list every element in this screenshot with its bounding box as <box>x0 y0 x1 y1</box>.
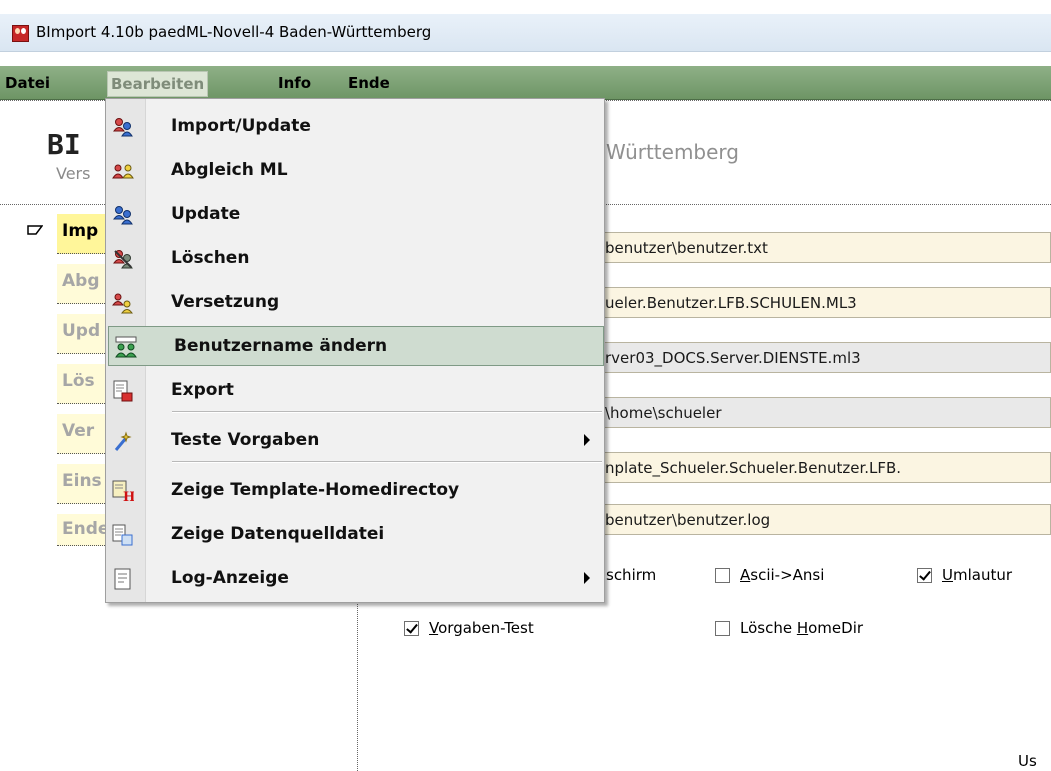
menu-item-zeige-datenquelldatei[interactable]: Zeige Datenquelldatei <box>106 515 604 555</box>
menu-item-log-anzeige[interactable]: Log-Anzeige <box>106 559 604 599</box>
log-document-icon <box>114 568 131 590</box>
menu-item-teste-vorgaben[interactable]: Teste Vorgaben <box>106 421 604 461</box>
app-header-version: Vers <box>56 164 91 183</box>
status-text: Us <box>1018 752 1037 770</box>
vorgaben-test-label: Vorgaben-Test <box>429 619 534 637</box>
test-wand-icon <box>114 431 132 451</box>
users-delete-icon <box>113 250 133 269</box>
menu-separator <box>172 461 602 463</box>
input-file-field[interactable]: benutzer\benutzer.txt <box>598 232 1051 263</box>
svg-text:H: H <box>123 490 134 502</box>
menu-item-label: Abgleich ML <box>171 160 288 180</box>
log-file-field[interactable]: benutzer\benutzer.log <box>598 504 1051 535</box>
menu-item-abgleich-ml[interactable]: Abgleich ML <box>106 151 604 191</box>
menu-item-label: Versetzung <box>171 292 280 312</box>
menu-bar: Datei Bearbeiten Info Ende <box>0 66 1051 100</box>
menu-item-label: Update <box>171 204 241 224</box>
menu-item-label: Löschen <box>171 248 250 268</box>
app-icon <box>12 25 29 42</box>
menu-item-loeschen[interactable]: Löschen <box>106 239 604 279</box>
menu-item-update[interactable]: Update <box>106 195 604 235</box>
umlaute-label: Umlautur <box>942 566 1013 584</box>
menu-separator <box>172 411 602 413</box>
menu-datei[interactable]: Datei <box>2 71 53 97</box>
menu-info[interactable]: Info <box>275 71 314 97</box>
menu-item-versetzung[interactable]: Versetzung <box>106 283 604 323</box>
submenu-arrow-icon <box>584 434 590 446</box>
menu-item-benutzername-aendern[interactable]: Benutzername ändern <box>108 326 604 366</box>
umlaute-checkbox[interactable]: Umlautur <box>917 566 1012 584</box>
template-field[interactable]: nplate_Schueler.Schueler.Benutzer.LFB. <box>598 452 1051 483</box>
menu-item-label: Import/Update <box>171 116 311 136</box>
ascii-ansi-label: Ascii->Ansi <box>740 566 825 584</box>
window-title: BImport 4.10b paedML-Novell-4 Baden-Würt… <box>36 23 432 41</box>
export-icon <box>113 380 133 402</box>
menu-item-label: Teste Vorgaben <box>171 430 320 450</box>
submenu-arrow-icon <box>584 572 590 584</box>
menu-item-label: Export <box>171 380 234 400</box>
users-update-icon <box>113 206 133 225</box>
ascii-ansi-box[interactable] <box>715 567 730 583</box>
ascii-ansi-checkbox[interactable]: Ascii->Ansi <box>715 566 824 584</box>
umlaute-box[interactable] <box>917 567 932 583</box>
menu-item-zeige-template-homedirectoy[interactable]: H Zeige Template-Homedirectoy <box>106 471 604 511</box>
menu-ende[interactable]: Ende <box>345 71 393 97</box>
context-field[interactable]: ueler.Benutzer.LFB.SCHULEN.ML3 <box>598 287 1051 318</box>
bildschirm-option: schirm <box>606 566 656 584</box>
menu-item-label: Zeige Template-Homedirectoy <box>171 480 460 500</box>
server-volume-field[interactable]: rver03_DOCS.Server.DIENSTE.ml3 <box>598 342 1051 373</box>
loesche-homedir-box[interactable] <box>715 620 730 636</box>
users-rename-icon <box>115 336 137 358</box>
vorgaben-test-checkbox[interactable]: Vorgaben-Test <box>404 619 534 637</box>
menu-item-label: Log-Anzeige <box>171 568 289 588</box>
loesche-homedir-checkbox[interactable]: Lösche HomeDir <box>715 619 863 637</box>
bildschirm-label: schirm <box>606 566 657 584</box>
users-import-icon <box>113 118 133 137</box>
loesche-homedir-label: Lösche HomeDir <box>740 619 864 637</box>
app-header-title: BI <box>47 128 81 161</box>
menu-bearbeiten[interactable]: Bearbeiten <box>107 71 209 97</box>
users-transfer-icon <box>112 293 133 314</box>
current-item-arrow-icon <box>27 225 43 235</box>
title-bar: BImport 4.10b paedML-Novell-4 Baden-Würt… <box>0 14 1051 52</box>
vorgaben-test-box[interactable] <box>404 620 419 636</box>
template-homedir-icon: H <box>112 480 134 502</box>
home-path-field[interactable]: \home\schueler <box>598 397 1051 428</box>
users-compare-icon <box>112 164 134 179</box>
menu-item-export[interactable]: Export <box>106 371 604 411</box>
bearbeiten-dropdown-menu: Import/Update Abgleich ML Update Löschen… <box>105 98 605 603</box>
menu-item-label: Zeige Datenquelldatei <box>171 524 385 544</box>
menu-item-label: Benutzername ändern <box>174 336 388 356</box>
app-header-land: Württemberg <box>606 140 739 164</box>
menu-item-import-update[interactable]: Import/Update <box>106 107 604 147</box>
datasource-file-icon <box>112 524 133 546</box>
